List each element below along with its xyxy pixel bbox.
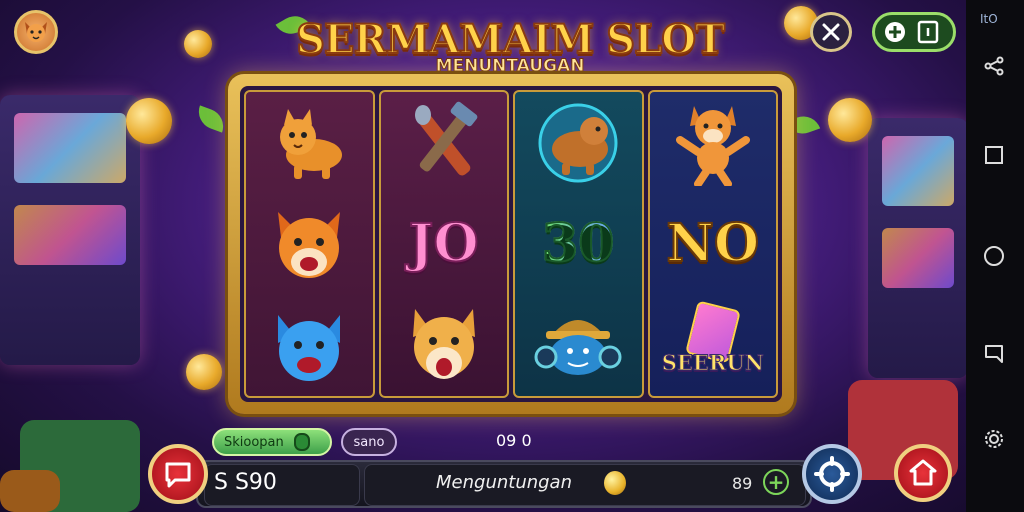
auto-spin-label: Skioopan bbox=[224, 434, 284, 450]
slot-symbol: 30 bbox=[528, 198, 628, 290]
slot-symbol bbox=[259, 97, 359, 189]
symbol-text: NO bbox=[665, 212, 760, 274]
coin-icon bbox=[604, 471, 626, 495]
reel-frame: JO 30 NO SEERUN bbox=[228, 74, 794, 414]
chat-icon bbox=[165, 462, 191, 488]
coin-icon bbox=[184, 30, 212, 58]
slot-symbol: NO bbox=[663, 198, 763, 290]
increase-bet-button[interactable]: + bbox=[763, 469, 789, 495]
slot-symbol bbox=[528, 97, 628, 189]
coin-icon bbox=[126, 98, 172, 144]
arcade-machine-right bbox=[868, 118, 968, 378]
hammer-icon bbox=[414, 101, 478, 176]
reel-2: JO bbox=[378, 90, 509, 398]
home-nav-icon[interactable] bbox=[982, 244, 1006, 268]
fox-face-icon bbox=[25, 22, 47, 42]
bet-panel-label: Menguntungan bbox=[436, 472, 572, 493]
reel-1 bbox=[244, 90, 375, 398]
spin-icon bbox=[814, 456, 850, 492]
coin-icon bbox=[828, 98, 872, 142]
settings-tools-button[interactable] bbox=[810, 12, 852, 52]
spin-button[interactable] bbox=[802, 444, 862, 504]
coin-icon bbox=[186, 354, 222, 390]
slot-symbol bbox=[663, 97, 763, 189]
toggle-knob-icon bbox=[293, 433, 310, 451]
home-button[interactable] bbox=[894, 444, 952, 502]
win-counter: 09 0 bbox=[496, 431, 532, 450]
home-icon bbox=[909, 459, 937, 486]
slot-symbol bbox=[259, 299, 359, 391]
chat-button[interactable] bbox=[148, 444, 208, 504]
dancing-fox-icon bbox=[675, 105, 750, 186]
shiba-icon bbox=[412, 309, 475, 380]
balance-value: S S90 bbox=[214, 470, 277, 495]
reel-grid: JO 30 NO SEERUN bbox=[240, 86, 782, 402]
recents-icon[interactable] bbox=[982, 143, 1006, 167]
share-icon[interactable] bbox=[982, 54, 1006, 78]
fox-icon bbox=[278, 211, 341, 278]
slot-symbol: JO bbox=[394, 198, 494, 290]
sound-pill[interactable]: sano bbox=[341, 428, 397, 456]
auto-spin-toggle[interactable]: Skioopan bbox=[212, 428, 332, 456]
symbol-banner: SEERUN bbox=[661, 349, 764, 375]
robot-fish-icon bbox=[534, 320, 622, 376]
otter-icon bbox=[538, 103, 618, 183]
back-icon[interactable] bbox=[982, 342, 1006, 366]
bet-value: 89 bbox=[732, 474, 753, 493]
toggle-icon bbox=[885, 20, 939, 44]
tools-icon bbox=[822, 23, 840, 41]
decor-rock bbox=[0, 470, 60, 512]
slot-symbol bbox=[394, 299, 494, 391]
slot-symbol: SEERUN bbox=[661, 299, 764, 391]
fullscreen-toggle[interactable] bbox=[872, 12, 956, 52]
player-avatar[interactable] bbox=[14, 10, 58, 54]
sound-pill-label: sano bbox=[353, 434, 385, 450]
reel-4: NO SEERUN bbox=[647, 90, 778, 398]
blue-cat-icon bbox=[278, 315, 341, 382]
gear-icon[interactable] bbox=[982, 427, 1006, 451]
symbol-text: JO bbox=[408, 212, 480, 274]
cat-icon bbox=[280, 108, 343, 179]
slot-symbol bbox=[259, 198, 359, 290]
status-text: ItO bbox=[980, 12, 998, 26]
reel-3: 30 bbox=[513, 90, 644, 398]
symbol-text: 30 bbox=[541, 212, 615, 274]
arcade-machine-left bbox=[0, 95, 140, 365]
slot-symbol bbox=[394, 97, 494, 189]
slot-symbol bbox=[528, 299, 628, 391]
